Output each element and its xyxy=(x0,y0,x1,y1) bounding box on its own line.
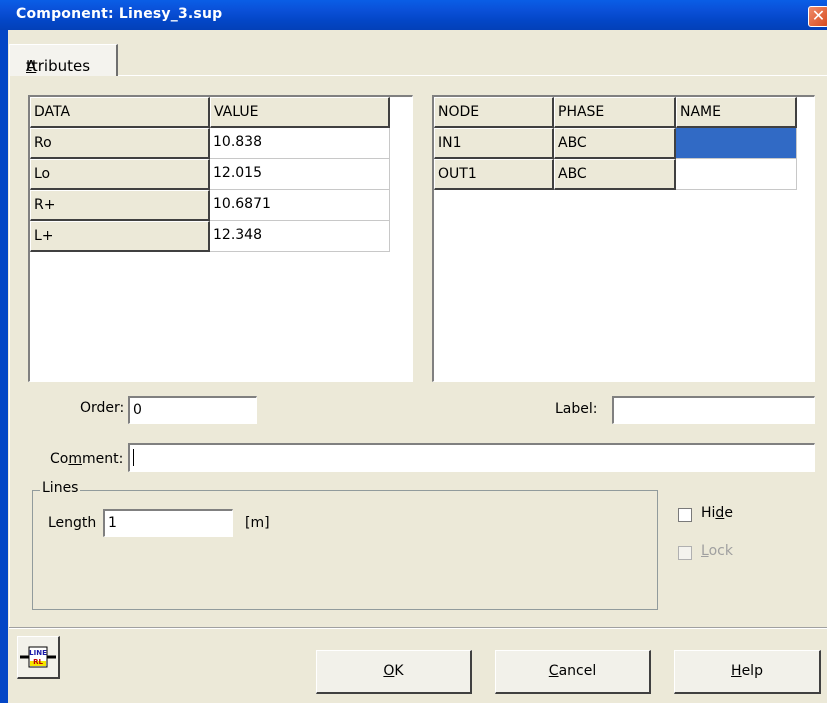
svg-text:LINE: LINE xyxy=(29,649,47,657)
svg-text:RL: RL xyxy=(33,658,43,666)
component-icon-button[interactable]: LINE RL xyxy=(17,636,60,679)
comment-input[interactable] xyxy=(128,443,815,472)
label-input[interactable] xyxy=(612,396,815,424)
node-row-node: IN1 xyxy=(434,128,554,159)
footer-separator xyxy=(9,627,827,629)
data-row-value[interactable]: 10.6871 xyxy=(210,190,390,221)
data-row-value[interactable]: 10.838 xyxy=(210,128,390,159)
data-row-label: Lo xyxy=(30,159,210,190)
grid-header-value[interactable]: VALUE xyxy=(210,97,390,128)
node-row-phase[interactable]: ABC xyxy=(554,159,676,190)
hide-label[interactable]: Hide xyxy=(701,505,733,521)
ok-button[interactable]: OK xyxy=(316,650,472,694)
window-frame-left xyxy=(0,30,8,703)
data-row-value[interactable]: 12.348 xyxy=(210,221,390,252)
grid-header-name[interactable]: NAME xyxy=(676,97,797,128)
grid-header-phase[interactable]: PHASE xyxy=(554,97,676,128)
node-grid[interactable]: NODE PHASE NAME IN1 ABC OUT1 ABC xyxy=(432,95,815,382)
tab-attributes[interactable]: Attributes xyxy=(9,44,118,76)
length-label: Length xyxy=(48,515,97,531)
line-rl-icon: LINE RL xyxy=(20,646,56,668)
label-label: Label: xyxy=(555,401,598,417)
order-label: Order: xyxy=(80,400,125,416)
help-button[interactable]: Help xyxy=(674,650,821,694)
node-row-name-selected[interactable] xyxy=(676,128,797,159)
order-input[interactable]: 0 xyxy=(128,396,257,424)
length-input[interactable]: 1 xyxy=(103,509,233,537)
cancel-button[interactable]: Cancel xyxy=(495,650,651,694)
lines-groupbox xyxy=(32,490,658,610)
lines-group-title: Lines xyxy=(40,480,81,496)
data-row-label: Ro xyxy=(30,128,210,159)
data-row-label: R+ xyxy=(30,190,210,221)
data-row-value[interactable]: 12.015 xyxy=(210,159,390,190)
node-row-node: OUT1 xyxy=(434,159,554,190)
node-row-name[interactable] xyxy=(676,159,797,190)
lock-label[interactable]: Lock xyxy=(701,543,733,559)
node-row-phase[interactable]: ABC xyxy=(554,128,676,159)
window-title: Component: Linesy_3.sup xyxy=(16,6,223,22)
title-bar: Component: Linesy_3.sup xyxy=(0,0,827,30)
grid-header-node[interactable]: NODE xyxy=(434,97,554,128)
lock-checkbox[interactable] xyxy=(678,546,692,560)
data-row-label: L+ xyxy=(30,221,210,252)
hide-checkbox[interactable] xyxy=(678,508,692,522)
length-unit: [m] xyxy=(245,515,270,531)
grid-header-data[interactable]: DATA xyxy=(30,97,210,128)
data-grid[interactable]: DATA VALUE Ro 10.838 Lo 12.015 R+ 10.687… xyxy=(28,95,413,382)
close-icon[interactable]: ✕ xyxy=(808,6,827,27)
comment-label: Comment: xyxy=(50,451,124,467)
